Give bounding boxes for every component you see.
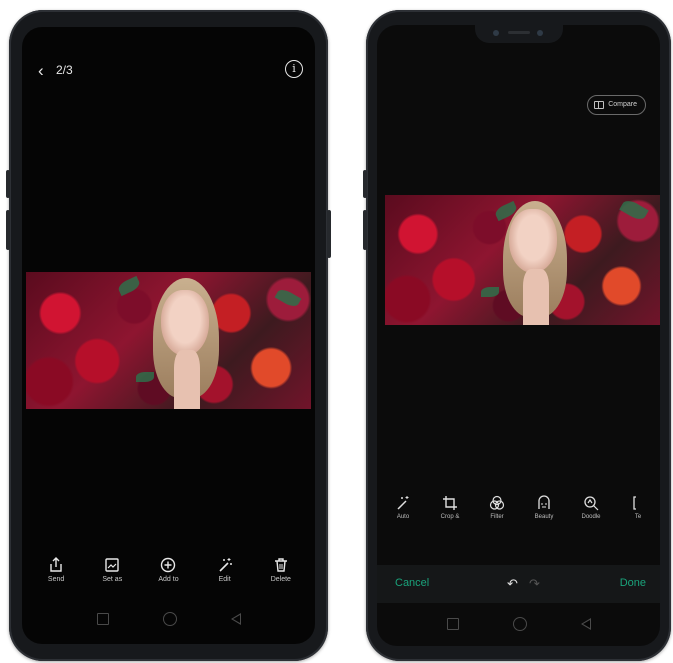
page-counter: 2/3 bbox=[56, 63, 73, 77]
set-as-label: Set as bbox=[102, 576, 123, 583]
tool-filter[interactable]: Filter bbox=[483, 495, 511, 535]
redo-icon[interactable]: ↷ bbox=[529, 576, 540, 592]
tool-auto[interactable]: Auto bbox=[389, 495, 417, 535]
beauty-icon bbox=[538, 495, 550, 509]
share-icon bbox=[50, 557, 62, 572]
tool-text[interactable]: Te bbox=[624, 495, 652, 535]
trash-icon bbox=[274, 558, 287, 572]
tool-text-label: Te bbox=[634, 514, 642, 520]
doodle-icon bbox=[584, 496, 599, 511]
system-nav-bar bbox=[22, 608, 315, 630]
image-icon bbox=[105, 558, 119, 572]
tool-auto-label: Auto bbox=[396, 514, 410, 520]
power-button bbox=[327, 210, 331, 258]
delete-label: Delete bbox=[270, 576, 291, 583]
display-notch bbox=[474, 25, 563, 43]
done-button[interactable]: Done bbox=[620, 577, 646, 589]
delete-button[interactable]: Delete bbox=[256, 557, 306, 597]
tool-doodle[interactable]: Doodle bbox=[577, 495, 605, 535]
cancel-button[interactable]: Cancel bbox=[395, 577, 429, 589]
home-icon[interactable] bbox=[162, 612, 177, 626]
editor-tool-strip: Auto Crop & Filter Beauty Doodle Te bbox=[377, 495, 660, 535]
magic-wand-icon bbox=[397, 496, 409, 510]
viewer-action-bar: Send Set as Add to Edit Delete bbox=[22, 557, 315, 597]
tool-beauty[interactable]: Beauty bbox=[530, 495, 558, 535]
crop-icon bbox=[443, 496, 457, 510]
volume-up-button bbox=[363, 170, 367, 198]
chevron-left-icon[interactable]: ‹ bbox=[38, 61, 48, 81]
tool-crop-label: Crop & bbox=[440, 514, 460, 520]
volume-down-button bbox=[363, 210, 367, 250]
recent-apps-icon[interactable] bbox=[96, 613, 109, 625]
compare-label: Compare bbox=[608, 101, 637, 108]
compare-icon bbox=[594, 101, 605, 109]
plus-circle-icon bbox=[161, 557, 176, 573]
edit-button[interactable]: Edit bbox=[200, 557, 250, 597]
editing-photo[interactable] bbox=[385, 195, 660, 325]
back-icon[interactable] bbox=[580, 618, 591, 630]
volume-up-button bbox=[6, 170, 10, 198]
volume-down-button bbox=[6, 210, 10, 250]
undo-icon[interactable]: ↶ bbox=[507, 576, 518, 592]
send-label: Send bbox=[47, 576, 65, 583]
add-to-label: Add to bbox=[158, 576, 179, 583]
phone-frame-editor: Compare Auto Crop & Filter Beauty Doodle… bbox=[363, 10, 671, 661]
photo-preview[interactable] bbox=[26, 272, 311, 409]
home-icon[interactable] bbox=[512, 617, 527, 631]
edit-label: Edit bbox=[218, 576, 231, 583]
tool-crop[interactable]: Crop & bbox=[436, 495, 464, 535]
editor-footer: Cancel ↶ ↷ Done bbox=[377, 565, 660, 603]
back-icon[interactable] bbox=[230, 613, 241, 625]
tool-filter-label: Filter bbox=[490, 514, 504, 520]
filter-icon bbox=[489, 495, 505, 510]
editor-screen: Compare Auto Crop & Filter Beauty Doodle… bbox=[377, 25, 660, 646]
send-button[interactable]: Send bbox=[31, 557, 81, 597]
phone-frame-viewer: ‹ 2/3 i Send Set as Add to Edit Delete bbox=[6, 10, 331, 661]
text-icon bbox=[633, 496, 636, 510]
add-to-button[interactable]: Add to bbox=[143, 557, 193, 597]
set-as-button[interactable]: Set as bbox=[87, 557, 137, 597]
system-nav-bar bbox=[377, 613, 660, 635]
tool-beauty-label: Beauty bbox=[534, 514, 554, 520]
tool-doodle-label: Doodle bbox=[581, 514, 601, 520]
recent-apps-icon[interactable] bbox=[446, 618, 459, 630]
viewer-screen: ‹ 2/3 i Send Set as Add to Edit Delete bbox=[22, 27, 315, 644]
magic-wand-icon bbox=[219, 558, 232, 572]
info-icon[interactable]: i bbox=[285, 60, 303, 78]
viewer-top-bar: ‹ 2/3 i bbox=[22, 59, 315, 83]
compare-button[interactable]: Compare bbox=[587, 95, 646, 115]
